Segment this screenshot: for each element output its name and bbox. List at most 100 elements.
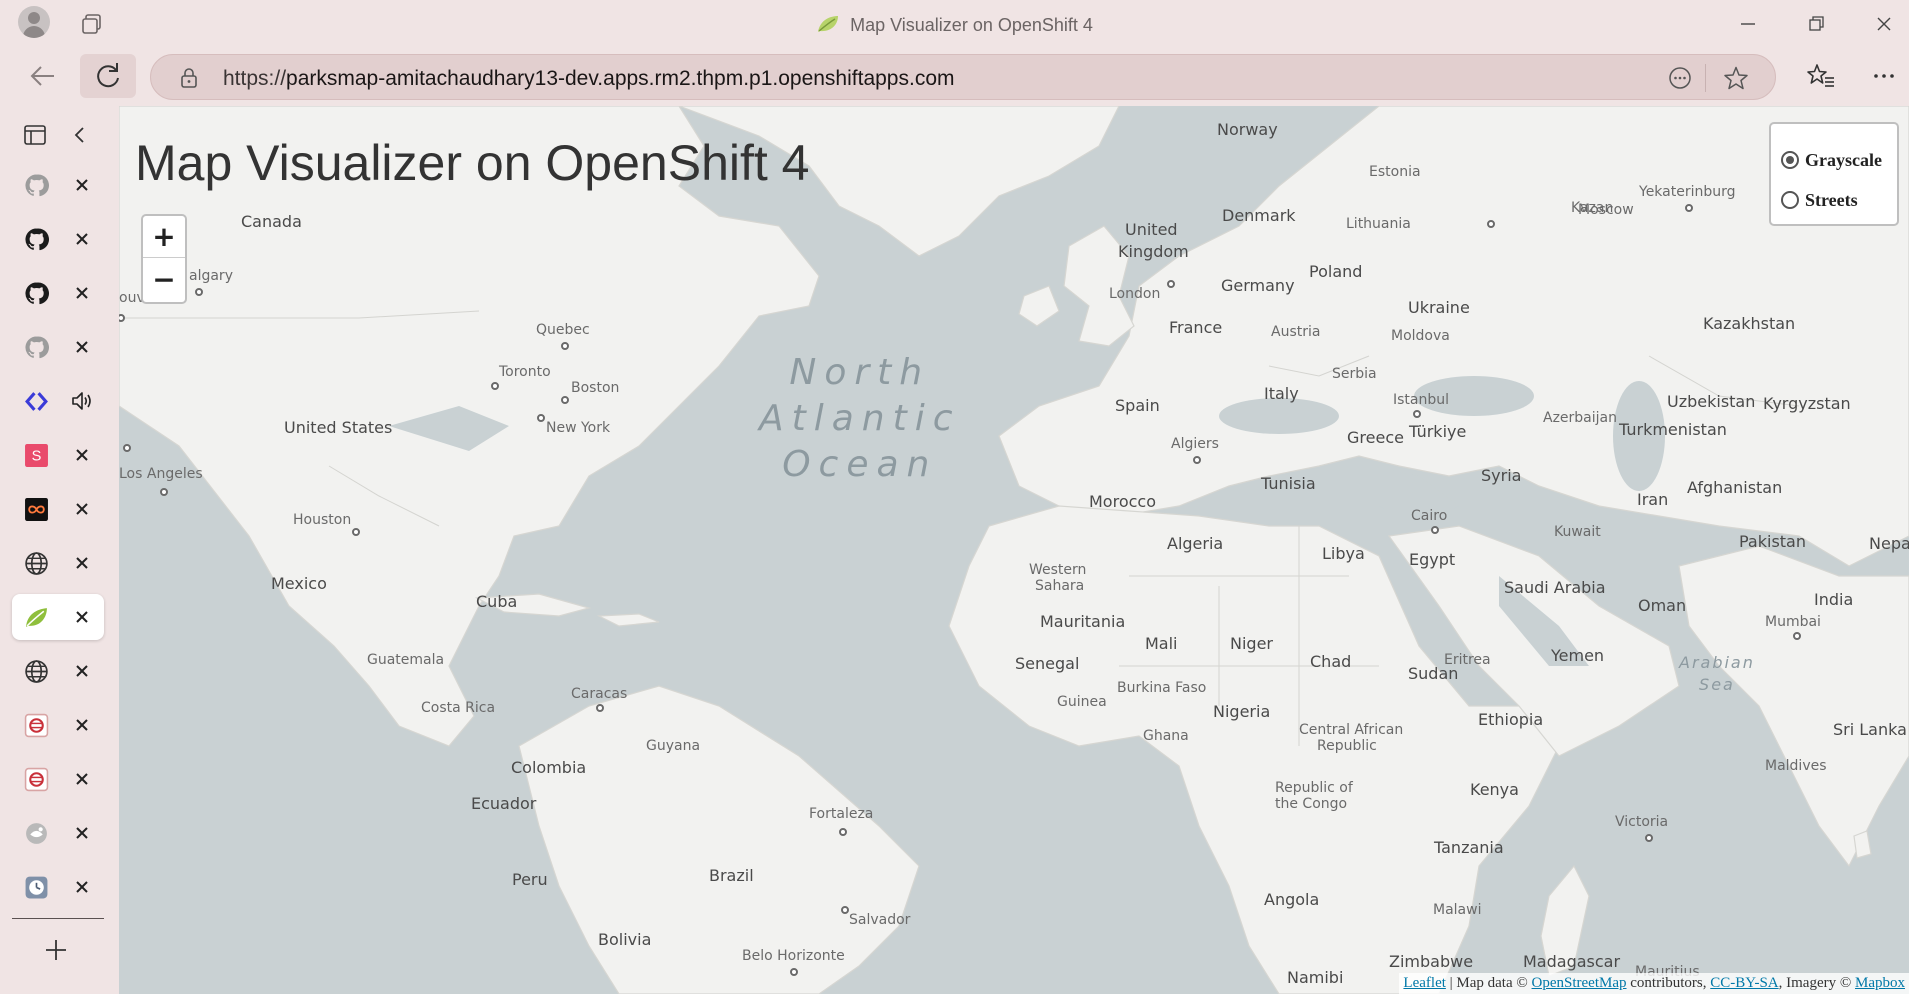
- leaflet-link[interactable]: Leaflet: [1403, 975, 1445, 991]
- map-label: Uzbekistan: [1667, 392, 1756, 411]
- more-menu-icon[interactable]: [1870, 62, 1898, 90]
- reload-button[interactable]: [80, 54, 136, 98]
- city-marker: [1193, 456, 1201, 464]
- url-text[interactable]: https://parksmap-amitachaudhary13-dev.ap…: [223, 67, 955, 91]
- city-marker: [537, 414, 545, 422]
- lock-icon[interactable]: [179, 67, 199, 89]
- url-scheme: https://: [223, 67, 287, 90]
- license-link[interactable]: CC-BY-SA: [1710, 975, 1778, 991]
- tab-panel-icon[interactable]: [22, 122, 48, 148]
- map-label: Moldova: [1391, 328, 1450, 344]
- map-label: Salvador: [849, 912, 911, 928]
- map-label: Guatemala: [367, 652, 445, 668]
- map-label: Norway: [1217, 120, 1278, 139]
- vertical-tab[interactable]: [12, 270, 104, 316]
- map-page[interactable]: North Atlantic Ocean Arabian Sea Canada …: [119, 106, 1909, 994]
- city-marker: [160, 488, 168, 496]
- layer-option-streets[interactable]: Streets: [1781, 180, 1897, 220]
- map-label: Kenya: [1470, 780, 1519, 799]
- map-label: Kuwait: [1554, 524, 1601, 540]
- map-label: Los Angeles: [119, 466, 203, 482]
- map-label: Mauritania: [1040, 612, 1126, 631]
- vertical-tab[interactable]: [12, 216, 104, 262]
- map-label: Ecuador: [471, 794, 537, 813]
- city-marker: [1167, 280, 1175, 288]
- close-window-icon[interactable]: [1870, 10, 1898, 38]
- close-tab-icon[interactable]: [70, 443, 94, 467]
- map-label: Fortaleza: [809, 806, 874, 822]
- vertical-tab[interactable]: [12, 324, 104, 370]
- map-label: New York: [546, 420, 611, 436]
- zoom-in-button[interactable]: +: [143, 216, 185, 258]
- map-label: Madagascar: [1523, 952, 1621, 971]
- window-title: Map Visualizer on OpenShift 4: [0, 14, 1909, 36]
- zoom-out-button[interactable]: −: [143, 258, 185, 300]
- map-label: Senegal: [1015, 654, 1080, 673]
- map-label: Burkina Faso: [1117, 680, 1207, 696]
- back-button[interactable]: [22, 54, 62, 98]
- star-icon[interactable]: [1723, 65, 1749, 91]
- map-label: Ethiopia: [1478, 710, 1544, 729]
- map-label: Serbia: [1332, 366, 1377, 382]
- vertical-tab[interactable]: [12, 810, 104, 856]
- close-tab-icon[interactable]: [70, 605, 94, 629]
- close-tab-icon[interactable]: [70, 281, 94, 305]
- world-map-tiles[interactable]: [119, 106, 1909, 994]
- map-label: Iran: [1637, 490, 1669, 509]
- grayscale-radio[interactable]: [1781, 151, 1799, 169]
- map-label: Nigeria: [1213, 702, 1271, 721]
- close-tab-icon[interactable]: [70, 713, 94, 737]
- vertical-tab[interactable]: [12, 378, 104, 424]
- map-label: Victoria: [1615, 814, 1669, 830]
- mapbox-link[interactable]: Mapbox: [1855, 975, 1905, 991]
- collapse-chevron-icon[interactable]: [68, 122, 92, 148]
- map-label: Egypt: [1409, 550, 1456, 569]
- favorites-icon[interactable]: [1806, 62, 1836, 90]
- map-label: Afghanistan: [1687, 478, 1783, 497]
- minimize-icon[interactable]: [1734, 10, 1762, 38]
- map-label: Tunisia: [1261, 474, 1316, 493]
- vertical-tab[interactable]: [12, 162, 104, 208]
- vertical-tab-active[interactable]: [12, 594, 104, 640]
- speaker-icon[interactable]: [70, 389, 94, 413]
- close-tab-icon[interactable]: [70, 875, 94, 899]
- close-tab-icon[interactable]: [70, 821, 94, 845]
- vertical-tab[interactable]: [12, 864, 104, 910]
- reload-icon: [97, 63, 119, 88]
- streets-radio[interactable]: [1781, 191, 1799, 209]
- map-label: Brazil: [709, 866, 754, 885]
- gray-logo-icon: [26, 823, 47, 844]
- map-label: Republic of: [1275, 780, 1353, 796]
- layer-option-grayscale[interactable]: Grayscale: [1781, 140, 1897, 180]
- vertical-tab[interactable]: S: [12, 432, 104, 478]
- close-tab-icon[interactable]: [70, 173, 94, 197]
- close-tab-icon[interactable]: [70, 227, 94, 251]
- s-logo-icon: S: [25, 444, 48, 467]
- map-label: Malawi: [1433, 902, 1482, 918]
- vertical-tab[interactable]: [12, 756, 104, 802]
- sea-label: Arabian Sea: [1679, 652, 1755, 696]
- map-label: Canada: [241, 212, 302, 231]
- restore-icon[interactable]: [1802, 10, 1830, 38]
- address-bar[interactable]: https://parksmap-amitachaudhary13-dev.ap…: [150, 54, 1776, 100]
- close-tab-icon[interactable]: [70, 335, 94, 359]
- city-marker: [491, 382, 499, 390]
- openstreetmap-link[interactable]: OpenStreetMap: [1532, 975, 1627, 991]
- close-tab-icon[interactable]: [70, 551, 94, 575]
- close-tab-icon[interactable]: [70, 497, 94, 521]
- map-label: Mali: [1145, 634, 1178, 653]
- map-label: Poland: [1309, 262, 1363, 281]
- vertical-tab-strip: S: [0, 106, 118, 994]
- map-label: Bolivia: [598, 930, 652, 949]
- new-tab-plus-icon[interactable]: [42, 936, 70, 964]
- vertical-tab[interactable]: [12, 648, 104, 694]
- close-tab-icon[interactable]: [70, 659, 94, 683]
- more-dots-circle-icon[interactable]: [1667, 65, 1693, 91]
- city-marker: [1793, 632, 1801, 640]
- github-icon: [25, 174, 49, 197]
- close-tab-icon[interactable]: [70, 767, 94, 791]
- vertical-tab[interactable]: [12, 486, 104, 532]
- map-label: Niger: [1230, 634, 1273, 653]
- vertical-tab[interactable]: [12, 540, 104, 586]
- vertical-tab[interactable]: [12, 702, 104, 748]
